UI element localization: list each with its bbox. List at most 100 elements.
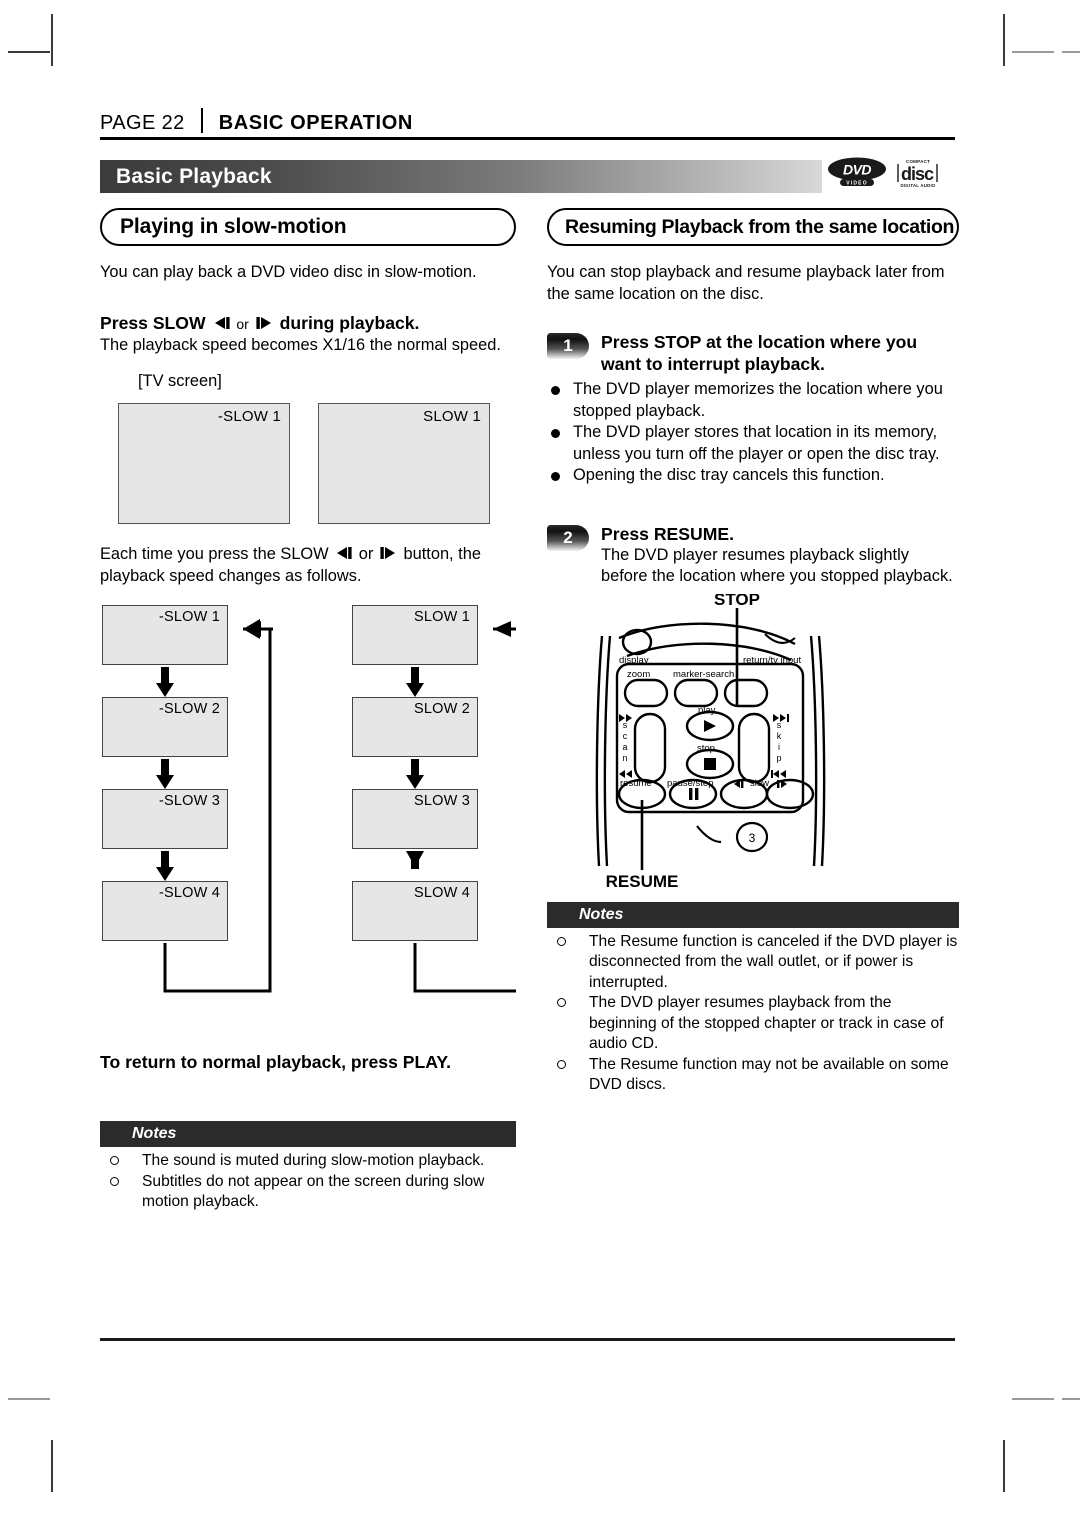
right-notes-bar: Notes [547,901,959,928]
header-divider [200,108,203,133]
tv-screen-slow-forward: SLOW 1 [318,403,490,524]
pause-glyph-right-icon [695,787,699,800]
step-1-body: Press STOP at the location where you wan… [601,331,917,375]
step-2: 2 Press RESUME. The DVD player resumes p… [547,523,959,588]
stop-label: stop [697,743,715,754]
left-notes-list: The sound is muted during slow-motion pl… [100,1151,516,1213]
crop-mark-bottom-left-vertical [51,1440,53,1492]
banner-title: Basic Playback [116,164,272,188]
crop-mark-bottom-right-horizontal-2 [1062,1398,1080,1400]
scan-letter-s: s [623,720,628,730]
slow-motion-heading: Playing in slow-motion [100,208,516,246]
slow-reverse-icon [214,316,230,329]
scan-letter-c: c [623,731,628,741]
each-time-text: Each time you press the SLOW or button, … [100,544,516,587]
skip-letter-p: p [776,753,781,763]
flow-arrows-overlay [156,619,516,993]
step-2-badge: 2 [547,524,589,551]
remote-control-svg: display return/tv input zoom marker-sear… [595,590,826,891]
step-1-bullet-1: The DVD player memorizes the location wh… [547,379,959,422]
right-note-item-1: The Resume function is canceled if the D… [547,932,959,994]
page-header: PAGE 22 BASIC OPERATION [100,104,413,135]
play-glyph-icon [704,719,716,732]
scan-button-icon [633,712,667,783]
left-notes-bar: Notes [100,1121,516,1147]
stop-callout-label: STOP [714,594,760,609]
resume-label: resume [620,778,652,789]
crop-mark-top-left-horizontal [8,51,50,53]
section-title: BASIC OPERATION [218,112,413,134]
resume-playback-heading-text: Resuming Playback from the same location [565,215,955,238]
step-1-bullet-2: The DVD player stores that location in i… [547,422,959,465]
stop-glyph-icon [704,757,716,770]
number-key-3-label: 3 [749,831,756,845]
step-1-title-line2: want to interrupt playback. [601,354,825,374]
resume-intro: You can stop playback and resume playbac… [547,263,945,303]
disc-format-logos: DVD VIDEO COMPACT disc DIGITAL AUDIO [828,156,940,188]
step-1: 1 Press STOP at the location where you w… [547,331,959,375]
display-button-icon [621,628,653,655]
slow-motion-intro: You can play back a DVD video disc in sl… [100,263,477,281]
resume-callout-label: RESUME [606,872,679,891]
crop-mark-top-right-horizontal-2 [1062,51,1080,53]
page-number: PAGE 22 [100,112,185,134]
step-1-bullets: The DVD player memorizes the location wh… [547,379,959,487]
zoom-button-icon [623,678,669,707]
search-button-icon [723,678,769,707]
crop-mark-top-right-horizontal [1012,51,1054,53]
each-time-or: or [358,545,374,563]
skip-button-icon [737,712,771,783]
step-2-body: Press RESUME. The DVD player resumes pla… [601,523,953,588]
right-notes-title: Notes [579,905,624,923]
tv-screen-label: [TV screen] [138,372,222,390]
step-2-sub-line2: before the location where you stopped pl… [601,567,953,585]
skip-letter-k: k [777,731,782,741]
press-slow-instruction: Press SLOW or during playback. [100,312,516,335]
return-tv-input-label: return/tv input [743,655,801,666]
crop-mark-bottom-right-horizontal [1012,1398,1054,1400]
play-label: play [698,705,716,716]
left-notes-title: Notes [132,1125,177,1142]
tv-screen-slow-reverse: -SLOW 1 [118,403,290,524]
header-rule [100,137,955,140]
display-label: display [619,655,649,666]
tv-screen-row: -SLOW 1 SLOW 1 [118,403,516,524]
step-1-title-line1: Press STOP at the location where you [601,332,918,352]
step-2-sub-line1: The DVD player resumes playback slightly [601,545,909,564]
right-note-item-3: The Resume function may not be available… [547,1055,959,1096]
slow-label: slow [750,778,769,789]
right-note-item-2: The DVD player resumes playback from the… [547,993,959,1055]
marker-button-icon [673,678,719,707]
left-column: Playing in slow-motion You can play back… [100,208,516,1213]
skip-reverse-glyph-icon [780,769,786,778]
left-note-item-1: The sound is muted during slow-motion pl… [100,1151,516,1172]
slow-forward-button-icon [765,778,815,809]
scan-letter-a: a [622,742,627,752]
footer-rule [100,1338,955,1341]
crop-mark-top-right-vertical [1003,14,1005,66]
zoom-label: zoom [627,669,650,680]
crop-mark-bottom-right-vertical [1003,1440,1005,1492]
press-slow-subtext: The playback speed becomes X1/16 the nor… [100,335,501,354]
press-slow-or: or [236,315,249,332]
crop-mark-bottom-left-horizontal [8,1398,50,1400]
slow-forward-glyph-icon [777,779,780,788]
pause-glyph-left-icon [689,787,693,800]
resume-playback-heading: Resuming Playback from the same location [547,208,959,246]
slow-motion-heading-text: Playing in slow-motion [120,215,347,238]
remote-control-illustration: display return/tv input zoom marker-sear… [547,590,959,894]
svg-text:DVD: DVD [843,162,871,178]
right-column: Resuming Playback from the same location… [547,208,959,1096]
slow-forward-icon [256,316,271,329]
press-slow-suffix: during playback. [279,312,420,333]
press-slow-prefix: Press SLOW [100,312,206,333]
basic-playback-banner: Basic Playback [100,160,822,193]
slow-reverse-icon-2 [337,547,352,559]
return-to-normal-note: To return to normal playback, press PLAY… [100,1052,451,1072]
slow-forward-icon-2 [380,547,395,559]
tv-screen-slow-reverse-osd: -SLOW 1 [217,408,281,425]
each-time-suffix: button, the [403,545,481,563]
skip-letter-s: s [777,720,782,730]
svg-text:disc: disc [901,164,934,184]
pause-step-label: pause/step [667,778,713,789]
